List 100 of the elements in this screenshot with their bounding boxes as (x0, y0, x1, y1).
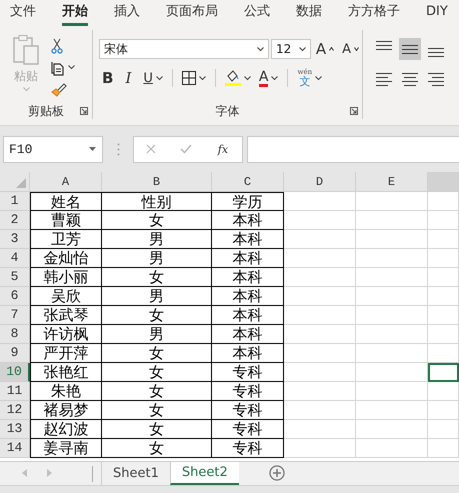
column-header[interactable]: B (102, 172, 212, 192)
italic-button[interactable]: I (118, 67, 138, 89)
caret-icon[interactable] (315, 76, 322, 80)
caret-icon[interactable] (271, 76, 278, 80)
table-cell[interactable] (428, 420, 459, 439)
table-cell[interactable] (428, 192, 459, 211)
table-cell[interactable] (284, 268, 356, 287)
table-cell[interactable] (284, 230, 356, 249)
row-header[interactable]: 12 (0, 401, 30, 420)
table-cell[interactable] (356, 268, 428, 287)
table-cell[interactable] (284, 211, 356, 230)
drag-handle-icon[interactable] (116, 142, 120, 156)
menu-tab[interactable]: 文件 (10, 0, 36, 26)
caret-icon[interactable] (68, 65, 75, 70)
table-cell[interactable] (428, 382, 459, 401)
column-header[interactable]: A (30, 172, 102, 192)
row-header[interactable]: 14 (0, 439, 30, 458)
row-header[interactable]: 10 (0, 363, 30, 382)
row-header[interactable]: 9 (0, 344, 30, 363)
underline-button[interactable]: U (140, 67, 166, 89)
row-header[interactable]: 6 (0, 287, 30, 306)
menu-tab[interactable]: DIY (426, 0, 448, 26)
row-header[interactable]: 4 (0, 249, 30, 268)
arrow-left-icon[interactable] (22, 469, 27, 477)
menu-tab[interactable]: 公式 (244, 0, 270, 26)
caret-icon[interactable] (198, 76, 206, 80)
caret-icon[interactable] (257, 46, 264, 52)
table-cell[interactable] (284, 420, 356, 439)
caret-icon[interactable] (244, 76, 251, 80)
table-cell[interactable] (356, 230, 428, 249)
table-cell[interactable] (428, 325, 459, 344)
name-box[interactable]: F10 (3, 136, 103, 162)
sheet-tab[interactable]: Sheet2 (170, 462, 239, 485)
shrink-font-button[interactable]: A (339, 38, 362, 60)
table-cell[interactable] (356, 192, 428, 211)
table-cell[interactable] (284, 287, 356, 306)
table-cell[interactable] (428, 249, 459, 268)
menu-tab[interactable]: 数据 (296, 0, 322, 26)
table-cell[interactable] (428, 287, 459, 306)
column-header[interactable]: D (284, 172, 356, 192)
table-cell[interactable] (284, 249, 356, 268)
formula-input[interactable] (247, 136, 459, 162)
table-cell[interactable] (356, 325, 428, 344)
table-cell[interactable] (356, 211, 428, 230)
column-header[interactable] (428, 172, 459, 192)
font-color-button[interactable]: A (256, 67, 282, 89)
column-header[interactable]: C (212, 172, 284, 192)
table-cell[interactable] (356, 249, 428, 268)
row-header[interactable]: 11 (0, 382, 30, 401)
align-middle-button[interactable] (399, 38, 421, 60)
table-cell[interactable] (356, 420, 428, 439)
dialog-launcher-icon[interactable] (80, 107, 88, 115)
table-cell[interactable] (284, 306, 356, 325)
close-icon[interactable] (146, 144, 156, 154)
row-header[interactable]: 1 (0, 192, 30, 211)
table-cell[interactable] (356, 287, 428, 306)
menu-tab[interactable]: 页面布局 (166, 0, 218, 26)
row-header[interactable]: 13 (0, 420, 30, 439)
table-cell[interactable] (284, 363, 356, 382)
table-cell[interactable] (356, 306, 428, 325)
font-name-field[interactable]: 宋体 (99, 39, 270, 59)
dialog-launcher-icon[interactable] (350, 107, 358, 115)
table-cell[interactable] (284, 401, 356, 420)
row-header[interactable]: 2 (0, 211, 30, 230)
font-size-field[interactable]: 12 (271, 39, 311, 59)
table-cell[interactable] (356, 344, 428, 363)
caret-icon[interactable] (89, 147, 96, 151)
table-cell[interactable] (428, 211, 459, 230)
caret-icon[interactable] (298, 46, 306, 52)
table-cell[interactable] (284, 192, 356, 211)
table-cell[interactable] (284, 325, 356, 344)
checkmark-icon[interactable] (180, 144, 192, 154)
column-header[interactable]: E (356, 172, 428, 192)
table-cell[interactable] (428, 401, 459, 420)
row-header[interactable]: 3 (0, 230, 30, 249)
active-cell[interactable] (428, 363, 459, 382)
table-cell[interactable] (428, 344, 459, 363)
table-cell[interactable] (428, 439, 459, 458)
table-cell[interactable] (356, 363, 428, 382)
grow-font-button[interactable]: A (312, 38, 338, 60)
menu-tab[interactable]: 方方格子 (348, 0, 400, 26)
row-header[interactable]: 5 (0, 268, 30, 287)
insert-function-button[interactable]: fx (216, 142, 230, 156)
row-header[interactable]: 8 (0, 325, 30, 344)
table-cell[interactable] (428, 306, 459, 325)
select-all-corner[interactable] (0, 172, 30, 192)
arrow-right-icon[interactable] (47, 469, 52, 477)
table-cell[interactable] (356, 382, 428, 401)
add-sheet-button[interactable] (268, 465, 285, 481)
bold-button[interactable]: B (99, 67, 116, 89)
menu-tab[interactable]: 插入 (114, 0, 140, 26)
row-header[interactable]: 7 (0, 306, 30, 325)
table-cell[interactable] (284, 382, 356, 401)
table-cell[interactable] (356, 439, 428, 458)
table-cell[interactable] (428, 268, 459, 287)
caret-icon[interactable] (156, 76, 163, 80)
table-cell[interactable] (284, 344, 356, 363)
table-cell[interactable] (284, 439, 356, 458)
table-cell[interactable] (428, 230, 459, 249)
table-cell[interactable] (356, 401, 428, 420)
